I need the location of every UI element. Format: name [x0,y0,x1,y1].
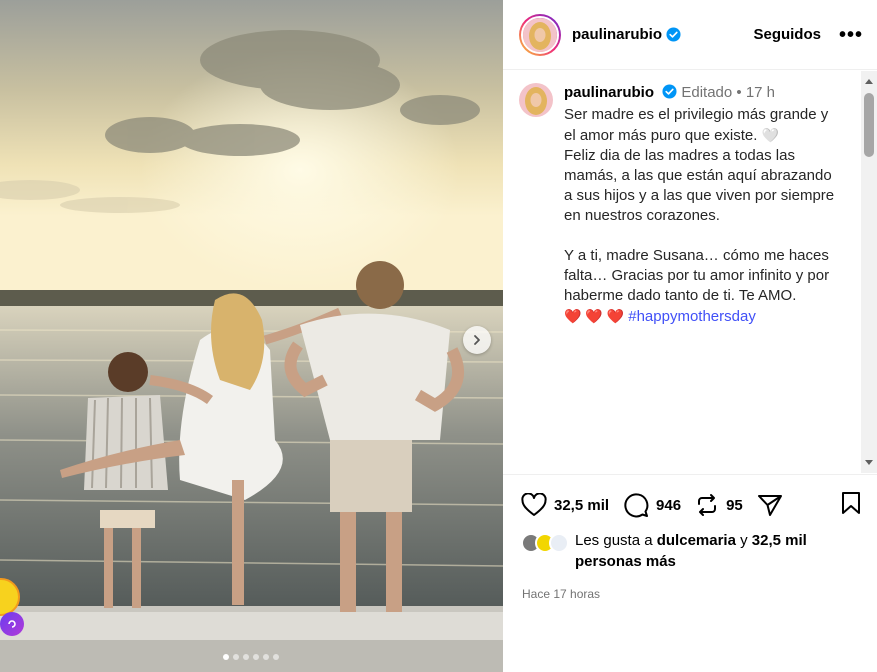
comment-button[interactable]: 946 [623,492,681,518]
chevron-right-icon [474,335,480,345]
caption-line-2: Feliz dia de las madres a todas las mamá… [564,147,835,224]
verified-icon [662,84,677,99]
comments-count: 946 [656,496,682,514]
post-photo[interactable] [0,0,503,672]
carousel-dot [263,654,269,660]
carousel-dot [243,654,249,660]
bookmark-icon [842,491,860,514]
edited-label: Editado [681,84,733,101]
action-bar: 32,5 mil 946 95 Les gusta a dulcemaria y… [503,474,877,601]
post-details-panel: paulinarubio Seguidos ••• paulinarubio E… [503,0,877,672]
time-ago[interactable]: 17 h [746,84,775,101]
caption-username[interactable]: paulinarubio [564,84,654,101]
app-badge-icon [0,612,24,636]
likes-count: 32,5 mil [554,496,610,514]
post-header: paulinarubio Seguidos ••• [503,0,877,70]
red-hearts-emoji: ❤️ ❤️ ❤️ [564,308,625,324]
repost-button[interactable]: 95 [695,493,743,517]
likes-summary: Les gusta a dulcemaria y 32,5 mil person… [521,532,861,572]
post-timestamp[interactable]: Hace 17 horas [522,587,861,601]
caption-scrollbar[interactable] [861,71,877,473]
carousel-dot [233,654,239,660]
caption-line-1: Ser madre es el privilegio más grande y … [564,106,829,144]
share-button[interactable] [757,493,783,517]
hashtag-link[interactable]: #happymothersday [628,308,756,325]
caption-line-3: Y a ti, madre Susana… cómo me haces falt… [564,247,830,304]
likes-prefix: Les gusta a [575,532,653,549]
profile-photo [523,17,557,52]
scroll-down-arrow[interactable] [865,460,873,465]
carousel-dots [223,654,279,660]
repost-icon [698,494,717,516]
scroll-up-arrow[interactable] [865,79,873,84]
beach-family-photo [0,0,503,672]
carousel-dot [273,654,279,660]
heart-icon [521,493,547,516]
liker-username[interactable]: dulcemaria [657,532,736,549]
caption-line-4: ❤️ ❤️ ❤️ #happymothersday [564,306,839,327]
caption-avatar[interactable] [519,83,553,117]
caption-area: paulinarubio Editado • 17 h Ser madre es… [503,71,877,473]
following-button[interactable]: Seguidos [753,26,821,43]
meta-separator: • [736,84,742,101]
profile-photo [519,83,553,117]
liker-avatars[interactable] [521,533,573,555]
more-icon[interactable]: ••• [839,25,863,45]
likes-connector: y [740,532,748,549]
liker-avatar [549,533,569,553]
next-slide-button[interactable] [463,326,491,354]
avatar[interactable] [519,13,561,56]
carousel-dot [253,654,259,660]
caption: paulinarubio Editado • 17 h Ser madre es… [503,71,877,327]
verified-icon [666,27,681,42]
like-button[interactable]: 32,5 mil [521,493,609,517]
share-icon [757,495,782,516]
scroll-thumb[interactable] [864,93,874,157]
comment-icon [624,493,649,518]
caption-text: paulinarubio Editado • 17 h Ser madre es… [564,83,839,327]
white-heart-emoji: 🤍 [761,127,780,143]
header-username[interactable]: paulinarubio [572,26,662,43]
reposts-count: 95 [726,496,743,514]
save-button[interactable] [841,491,861,520]
carousel-dot [223,654,229,660]
